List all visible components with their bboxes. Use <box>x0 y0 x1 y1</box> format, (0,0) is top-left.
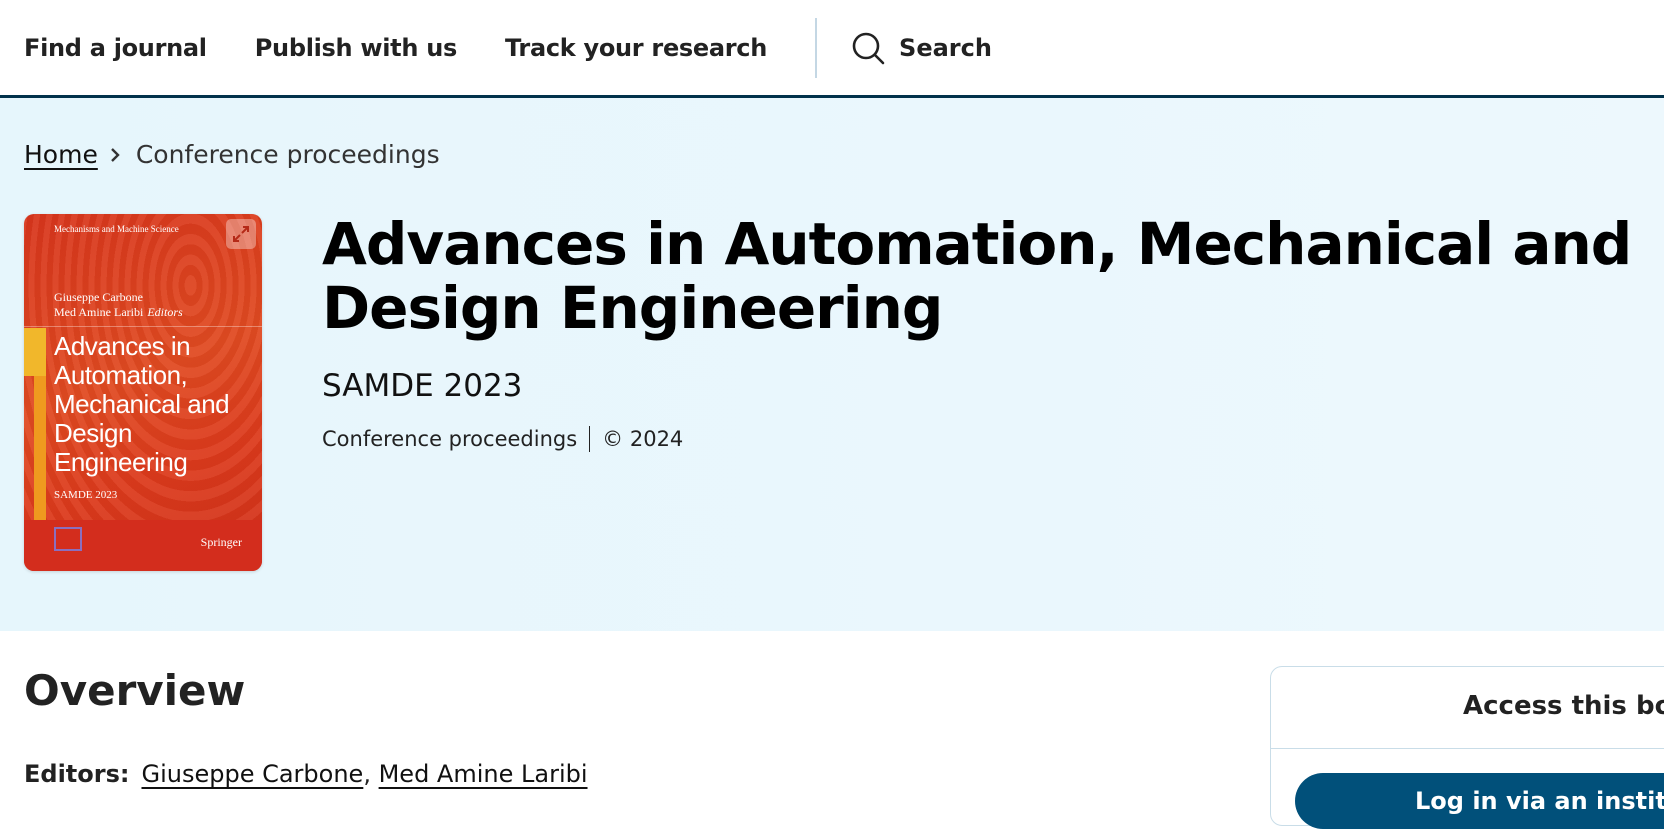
cover-accent-band <box>24 328 46 376</box>
editors-label: Editors: <box>24 760 130 788</box>
search-label: Search <box>899 33 992 62</box>
cover-subtitle: SAMDE 2023 <box>54 489 118 501</box>
nav-find-journal[interactable]: Find a journal <box>24 34 207 62</box>
book-hero: Home Conference proceedings Mechanisms a… <box>0 98 1664 631</box>
breadcrumb: Home Conference proceedings <box>24 140 440 169</box>
page-title: Advances in Automation, Mechanical and D… <box>322 210 1632 342</box>
editors-line: Editors: Giuseppe Carbone, Med Amine Lar… <box>24 760 588 788</box>
book-cover[interactable]: Mechanisms and Machine Science Giuseppe … <box>24 214 262 571</box>
access-panel: Access this book Log in via an instituti… <box>1270 666 1664 829</box>
cover-series: Mechanisms and Machine Science <box>54 224 179 234</box>
book-copyright: © 2024 <box>602 427 684 451</box>
meta-divider <box>589 426 591 452</box>
editor-link-carbone[interactable]: Giuseppe Carbone <box>141 760 363 788</box>
access-heading: Access this book <box>1271 667 1664 749</box>
nav-track-research[interactable]: Track your research <box>505 34 767 62</box>
expand-icon[interactable] <box>226 219 256 249</box>
chevron-right-icon <box>108 146 122 164</box>
book-subtitle: SAMDE 2023 <box>322 368 523 404</box>
top-navigation: Find a journal Publish with us Track you… <box>0 0 1664 98</box>
book-type: Conference proceedings <box>322 427 578 451</box>
book-meta: Conference proceedings © 2024 <box>322 426 683 452</box>
breadcrumb-current: Conference proceedings <box>135 140 440 169</box>
cover-rule <box>24 326 262 327</box>
nav-publish-with-us[interactable]: Publish with us <box>255 34 458 62</box>
search-icon <box>852 32 885 64</box>
series-logo-icon <box>54 527 82 551</box>
cover-editors: Giuseppe Carbone Med Amine Laribi Editors <box>54 290 183 320</box>
cover-publisher: Springer <box>200 535 242 549</box>
cover-accent-band-lower <box>34 376 46 526</box>
cover-editor-2: Med Amine Laribi <box>54 305 144 319</box>
nav-divider <box>815 17 818 78</box>
editor-link-laribi[interactable]: Med Amine Laribi <box>379 760 588 788</box>
cover-editors-word: Editors <box>147 305 183 319</box>
cover-title: Advances in Automation, Mechanical and D… <box>54 331 230 477</box>
breadcrumb-home[interactable]: Home <box>24 140 98 169</box>
editor-comma: , <box>363 760 379 788</box>
overview-heading: Overview <box>24 666 246 715</box>
institution-login-button[interactable]: Log in via an institution <box>1295 773 1664 829</box>
search-button[interactable]: Search <box>851 31 992 65</box>
cover-editor-1: Giuseppe Carbone <box>54 290 143 304</box>
